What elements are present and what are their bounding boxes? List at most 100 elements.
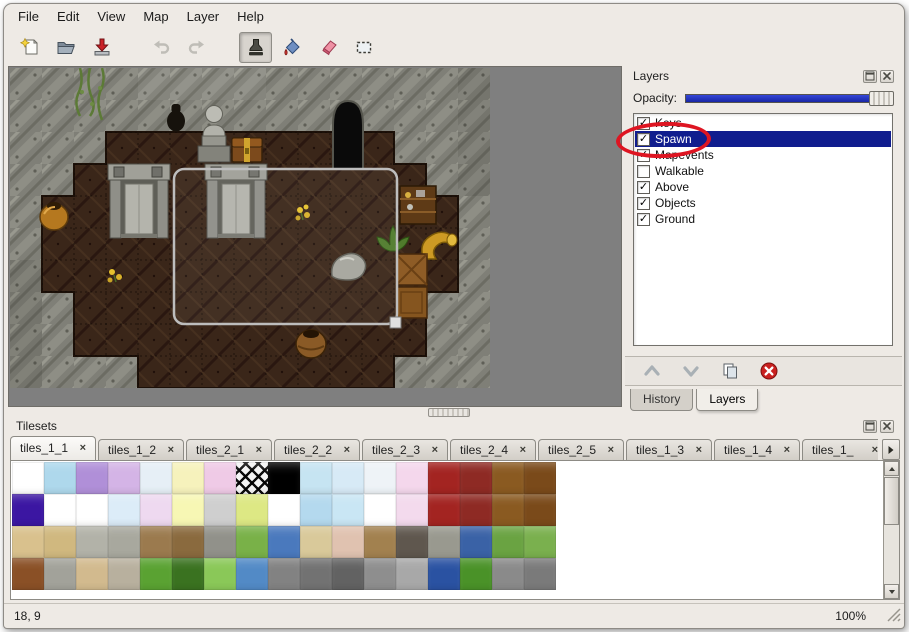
tile-2-10[interactable] (332, 526, 364, 558)
dock-tab-history[interactable]: History (630, 389, 693, 411)
opacity-slider[interactable] (685, 90, 894, 106)
tileset-tab-tiles_1_3[interactable]: tiles_1_3× (626, 439, 712, 460)
tile-0-14[interactable] (460, 462, 492, 494)
tileset-tab-tiles_2_4[interactable]: tiles_2_4× (450, 439, 536, 460)
tab-close-icon[interactable]: × (432, 444, 438, 456)
tileset-tab-tiles_1_4[interactable]: tiles_1_4× (714, 439, 800, 460)
tile-3-12[interactable] (396, 558, 428, 590)
tileset-tab-tiles_2_3[interactable]: tiles_2_3× (362, 439, 448, 460)
scroll-down-button[interactable] (884, 584, 899, 599)
tab-close-icon[interactable]: × (168, 444, 174, 456)
menu-map[interactable]: Map (134, 6, 177, 27)
tab-close-icon[interactable]: × (80, 442, 86, 454)
layer-row-objects[interactable]: ✓Objects (635, 195, 891, 211)
layer-row-ground[interactable]: ✓Ground (635, 211, 891, 227)
layer-row-walkable[interactable]: Walkable (635, 163, 891, 179)
tab-close-icon[interactable]: × (872, 444, 878, 456)
tile-0-11[interactable] (364, 462, 396, 494)
eraser-tool-button[interactable] (311, 32, 344, 63)
fill-tool-button[interactable] (275, 32, 308, 63)
tileset-tab-tiles_1_2[interactable]: tiles_1_2× (98, 439, 184, 460)
tile-0-12[interactable] (396, 462, 428, 494)
tile-1-10[interactable] (332, 494, 364, 526)
layer-row-mapevents[interactable]: ✓Mapevents (635, 147, 891, 163)
tile-0-2[interactable] (76, 462, 108, 494)
tile-0-5[interactable] (172, 462, 204, 494)
move-layer-up-button[interactable] (637, 359, 667, 383)
tileset-scrollbar[interactable] (883, 461, 899, 599)
layer-row-spawn[interactable]: ✓Spawn (635, 131, 891, 147)
layer-row-above[interactable]: ✓Above (635, 179, 891, 195)
tab-close-icon[interactable]: × (256, 444, 262, 456)
tile-0-4[interactable] (140, 462, 172, 494)
tab-close-icon[interactable]: × (784, 444, 790, 456)
layer-visibility-checkbox[interactable] (637, 165, 650, 178)
tileset-tab-tiles_1_1[interactable]: tiles_1_1× (10, 436, 96, 460)
tile-3-11[interactable] (364, 558, 396, 590)
tile-0-10[interactable] (332, 462, 364, 494)
float-panel-button[interactable] (863, 420, 877, 433)
tile-2-9[interactable] (300, 526, 332, 558)
tile-3-1[interactable] (44, 558, 76, 590)
tile-0-0[interactable] (12, 462, 44, 494)
tile-2-7[interactable] (236, 526, 268, 558)
tile-2-8[interactable] (268, 526, 300, 558)
tile-3-16[interactable] (524, 558, 556, 590)
tile-1-11[interactable] (364, 494, 396, 526)
tile-2-12[interactable] (396, 526, 428, 558)
float-panel-button[interactable] (863, 70, 877, 83)
menu-edit[interactable]: Edit (48, 6, 88, 27)
tab-close-icon[interactable]: × (520, 444, 526, 456)
scroll-up-button[interactable] (884, 461, 899, 476)
stamp-tool-button[interactable] (239, 32, 272, 63)
tile-1-6[interactable] (204, 494, 236, 526)
tile-3-5[interactable] (172, 558, 204, 590)
tile-1-1[interactable] (44, 494, 76, 526)
tile-1-9[interactable] (300, 494, 332, 526)
tile-0-6[interactable] (204, 462, 236, 494)
delete-layer-button[interactable] (754, 359, 784, 383)
tile-2-13[interactable] (428, 526, 460, 558)
menu-view[interactable]: View (88, 6, 134, 27)
duplicate-layer-button[interactable] (715, 359, 745, 383)
layer-visibility-checkbox[interactable]: ✓ (637, 149, 650, 162)
tile-3-0[interactable] (12, 558, 44, 590)
redo-button[interactable] (180, 32, 213, 63)
selection-resize-handle[interactable] (390, 317, 401, 328)
tile-2-14[interactable] (460, 526, 492, 558)
menu-file[interactable]: File (9, 6, 48, 27)
tile-3-8[interactable] (268, 558, 300, 590)
layer-visibility-checkbox[interactable]: ✓ (637, 213, 650, 226)
tile-1-12[interactable] (396, 494, 428, 526)
menu-help[interactable]: Help (228, 6, 273, 27)
tile-3-10[interactable] (332, 558, 364, 590)
resize-grip[interactable] (887, 608, 901, 625)
layer-visibility-checkbox[interactable]: ✓ (637, 117, 650, 130)
tile-2-2[interactable] (76, 526, 108, 558)
tile-1-7[interactable] (236, 494, 268, 526)
tile-0-3[interactable] (108, 462, 140, 494)
layer-visibility-checkbox[interactable]: ✓ (637, 181, 650, 194)
tile-0-7[interactable] (236, 462, 268, 494)
tile-3-14[interactable] (460, 558, 492, 590)
tile-2-5[interactable] (172, 526, 204, 558)
tile-1-13[interactable] (428, 494, 460, 526)
selection-rectangle[interactable] (174, 169, 401, 328)
tile-0-13[interactable] (428, 462, 460, 494)
tab-close-icon[interactable]: × (344, 444, 350, 456)
tile-0-15[interactable] (492, 462, 524, 494)
tile-0-8[interactable] (268, 462, 300, 494)
tab-scroll-right-button[interactable] (882, 439, 900, 460)
tile-1-16[interactable] (524, 494, 556, 526)
open-file-button[interactable] (49, 32, 82, 63)
layer-row-keys[interactable]: ✓Keys (635, 115, 891, 131)
dock-tab-layers[interactable]: Layers (696, 389, 758, 411)
tile-2-16[interactable] (524, 526, 556, 558)
tile-3-4[interactable] (140, 558, 172, 590)
tile-2-4[interactable] (140, 526, 172, 558)
tile-1-14[interactable] (460, 494, 492, 526)
tile-2-0[interactable] (12, 526, 44, 558)
tile-1-5[interactable] (172, 494, 204, 526)
tileset-tab-tiles_2_2[interactable]: tiles_2_2× (274, 439, 360, 460)
opacity-slider-handle[interactable] (869, 91, 894, 106)
